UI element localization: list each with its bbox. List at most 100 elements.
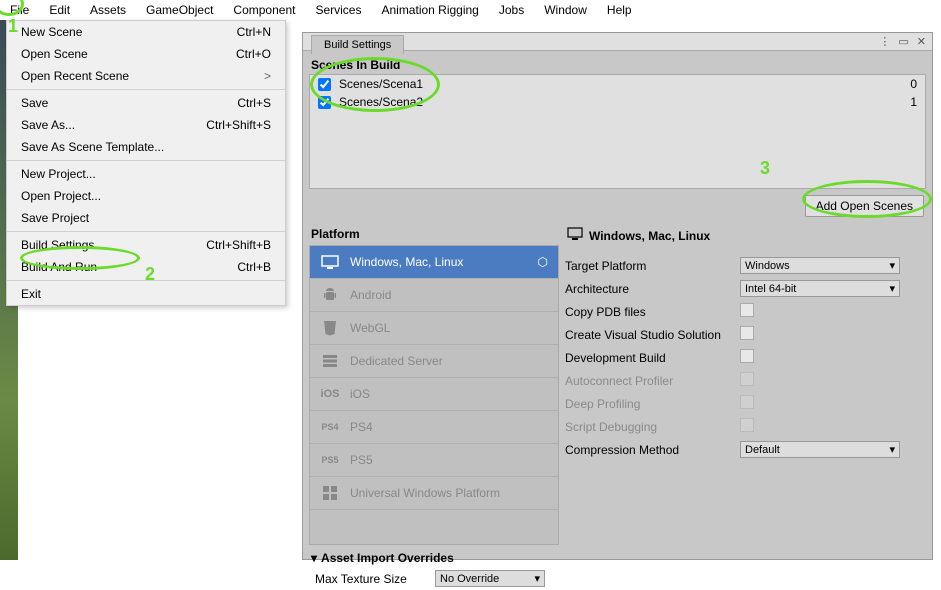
monitor-icon <box>567 227 583 244</box>
file-menu-build-settings[interactable]: Build Settings... Ctrl+Shift+B <box>7 234 285 256</box>
platform-label: WebGL <box>350 321 390 335</box>
target-platform-label: Target Platform <box>565 259 740 273</box>
platform-item-ios[interactable]: iOS iOS <box>310 378 558 411</box>
windows-icon <box>320 485 340 501</box>
file-menu-save-as-scene-template[interactable]: Save As Scene Template... <box>7 136 285 158</box>
scene-checkbox[interactable] <box>318 78 331 91</box>
platform-item-dedicated-server[interactable]: Dedicated Server <box>310 345 558 378</box>
html5-icon <box>320 320 340 336</box>
ps5-icon: PS5 <box>320 452 340 468</box>
platform-item-ps4[interactable]: PS4 PS4 <box>310 411 558 444</box>
platform-item-ps5[interactable]: PS5 PS5 <box>310 444 558 477</box>
architecture-label: Architecture <box>565 282 740 296</box>
menubar-item-window[interactable]: Window <box>534 1 597 19</box>
deep-profiling-checkbox <box>740 395 754 409</box>
platform-label: Windows, Mac, Linux <box>350 255 463 269</box>
platform-label: PS4 <box>350 420 373 434</box>
script-debugging-checkbox <box>740 418 754 432</box>
monitor-icon <box>320 254 340 270</box>
menu-item-label: Save <box>21 96 48 110</box>
copy-pdb-label: Copy PDB files <box>565 305 740 319</box>
file-menu-new-project[interactable]: New Project... <box>7 163 285 185</box>
menubar-item-file[interactable]: File <box>0 1 39 19</box>
scene-checkbox[interactable] <box>318 96 331 109</box>
file-menu-save-project[interactable]: Save Project <box>7 207 285 229</box>
ios-icon: iOS <box>320 386 340 402</box>
file-menu-save-as[interactable]: Save As...Ctrl+Shift+S <box>7 114 285 136</box>
menubar-item-help[interactable]: Help <box>597 1 642 19</box>
menu-item-label: New Project... <box>21 167 96 181</box>
platform-item-universal-windows-platform[interactable]: Universal Windows Platform <box>310 477 558 510</box>
scene-index: 0 <box>910 77 917 91</box>
dev-build-checkbox[interactable] <box>740 349 754 363</box>
menubar-item-gameobject[interactable]: GameObject <box>136 1 223 19</box>
server-icon <box>320 353 340 369</box>
ps4-icon: PS4 <box>320 419 340 435</box>
menubar-item-services[interactable]: Services <box>305 1 371 19</box>
script-debugging-label: Script Debugging <box>565 420 740 434</box>
scene-row[interactable]: Scenes/Scena21 <box>310 93 925 111</box>
chevron-down-icon: ▾ <box>889 259 895 272</box>
add-open-scenes-button[interactable]: Add Open Scenes <box>805 195 924 217</box>
menubar-item-animation-rigging[interactable]: Animation Rigging <box>371 1 488 19</box>
platform-label: PS5 <box>350 453 373 467</box>
unity-logo-icon: ⬡ <box>538 255 548 269</box>
menubar-item-edit[interactable]: Edit <box>39 1 80 19</box>
scene-row[interactable]: Scenes/Scena1 0 <box>310 75 925 93</box>
asset-header-label: Asset Import Overrides <box>321 551 454 565</box>
platform-label: iOS <box>350 387 370 401</box>
platform-item-android[interactable]: Android <box>310 279 558 312</box>
file-menu-open-scene[interactable]: Open SceneCtrl+O <box>7 43 285 65</box>
menubar-item-jobs[interactable]: Jobs <box>489 1 534 19</box>
menu-item-label: Save As... <box>21 118 75 132</box>
annotation-label-2: 2 <box>145 264 155 285</box>
menu-shortcut: Ctrl+Shift+B <box>206 238 271 252</box>
maximize-icon[interactable]: ▭ <box>896 35 910 48</box>
menubar-item-component[interactable]: Component <box>223 1 305 19</box>
menu-item-label: Open Scene <box>21 47 88 61</box>
file-menu-open-project[interactable]: Open Project... <box>7 185 285 207</box>
file-menu-open-recent-scene[interactable]: Open Recent Scene> <box>7 65 285 87</box>
scenes-list: Scenes/Scena1 0 Scenes/Scena21 <box>309 74 926 189</box>
platform-item-webgl[interactable]: WebGL <box>310 312 558 345</box>
scenes-in-build-header: Scenes In Build <box>303 54 932 74</box>
scene-name: Scenes/Scena2 <box>339 95 423 109</box>
menu-item-label: Build Settings... <box>21 238 104 252</box>
menu-separator <box>7 231 285 232</box>
copy-pdb-checkbox[interactable] <box>740 303 754 317</box>
platform-label: Android <box>350 288 391 302</box>
vs-solution-checkbox[interactable] <box>740 326 754 340</box>
file-menu-new-scene[interactable]: New SceneCtrl+N <box>7 21 285 43</box>
menubar-item-assets[interactable]: Assets <box>80 1 136 19</box>
build-settings-tab[interactable]: Build Settings <box>311 35 404 54</box>
annotation-label-1: 1 <box>8 16 18 37</box>
menu-shortcut: Ctrl+S <box>237 96 271 110</box>
platform-header: Platform <box>309 223 559 245</box>
vs-solution-label: Create Visual Studio Solution <box>565 328 740 342</box>
menu-item-label: Exit <box>21 287 41 301</box>
file-menu-save[interactable]: Save Ctrl+S <box>7 92 285 114</box>
autoconnect-profiler-label: Autoconnect Profiler <box>565 374 740 388</box>
menu-item-label: Build And Run <box>21 260 97 274</box>
menu-item-label: Open Recent Scene <box>21 69 129 83</box>
architecture-dropdown[interactable]: Intel 64-bit▾ <box>740 280 900 297</box>
max-texture-size-dropdown[interactable]: No Override▾ <box>435 570 545 587</box>
main-menubar: FileEditAssetsGameObjectComponentService… <box>0 0 941 20</box>
target-platform-dropdown[interactable]: Windows▾ <box>740 257 900 274</box>
scene-name: Scenes/Scena1 <box>339 77 423 91</box>
chevron-down-icon: ▾ <box>534 572 540 585</box>
menu-shortcut: Ctrl+B <box>237 260 271 274</box>
menu-item-label: New Scene <box>21 25 82 39</box>
dev-build-label: Development Build <box>565 351 740 365</box>
platform-label: Universal Windows Platform <box>350 486 500 500</box>
compression-method-dropdown[interactable]: Default▾ <box>740 441 900 458</box>
asset-import-overrides-header[interactable]: ▾ Asset Import Overrides <box>309 545 559 567</box>
kebab-icon[interactable]: ⋮ <box>877 35 892 48</box>
platform-item-windows-mac-linux[interactable]: Windows, Mac, Linux ⬡ <box>310 246 558 279</box>
close-icon[interactable]: ✕ <box>915 35 928 48</box>
file-menu-exit[interactable]: Exit <box>7 283 285 305</box>
menu-item-label: Save As Scene Template... <box>21 140 164 154</box>
build-settings-window: ⋮ ▭ ✕ Build Settings Scenes In Build Sce… <box>302 32 933 560</box>
menu-separator <box>7 160 285 161</box>
platform-list: Windows, Mac, Linux ⬡ Android WebGL Dedicate… <box>309 245 559 545</box>
